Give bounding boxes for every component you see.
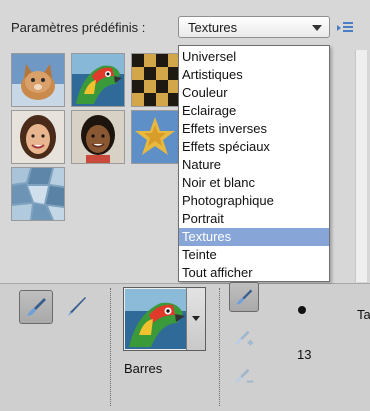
dropdown-item-couleur[interactable]: Couleur xyxy=(179,84,329,102)
tool-options-bar: Barres 13 Ta xyxy=(0,282,370,411)
brush-picker[interactable] xyxy=(123,287,206,351)
dropdown-item-textures[interactable]: Textures xyxy=(179,228,329,246)
brush-mode-subtract-button[interactable] xyxy=(229,362,259,392)
presets-panel: Paramètres prédéfinis : Textures Univers… xyxy=(0,0,370,284)
parrot-thumbnail[interactable] xyxy=(71,53,125,107)
brush-preview-image xyxy=(125,289,187,349)
dropdown-item-effets-speciaux[interactable]: Effets spéciaux xyxy=(179,138,329,156)
brush-name: Barres xyxy=(124,361,163,376)
brush-tool-button[interactable] xyxy=(19,290,53,324)
brush-icon xyxy=(236,289,253,305)
dropdown-item-portrait[interactable]: Portrait xyxy=(179,210,329,228)
mosaic-thumbnail[interactable] xyxy=(11,167,65,221)
panel-menu-lines xyxy=(343,22,353,34)
checker-thumbnail[interactable] xyxy=(131,53,179,107)
dropdown-item-teinte[interactable]: Teinte xyxy=(179,246,329,264)
dropdown-item-photographique[interactable]: Photographique xyxy=(179,192,329,210)
thumbnails-scrollbar[interactable] xyxy=(355,50,367,282)
dropdown-item-universel[interactable]: Universel xyxy=(179,48,329,66)
chevron-down-icon xyxy=(312,25,322,31)
brush-dropdown-button[interactable] xyxy=(186,288,205,350)
brush-subtract-icon xyxy=(234,368,254,383)
brush-mode-normal-button[interactable] xyxy=(229,282,259,312)
size-label: Ta xyxy=(357,307,370,322)
brush-mode-add-button[interactable] xyxy=(229,324,259,354)
cat-thumbnail[interactable] xyxy=(11,53,65,107)
brush-size-value: 13 xyxy=(297,347,312,362)
presets-select-value: Textures xyxy=(188,20,238,35)
panel-menu-arrow xyxy=(337,25,341,31)
dropdown-item-eclairage[interactable]: Eclairage xyxy=(179,102,329,120)
dropdown-item-effets-inverses[interactable]: Effets inverses xyxy=(179,120,329,138)
separator xyxy=(219,288,220,406)
pencil-icon xyxy=(68,297,86,316)
presets-select[interactable]: Textures xyxy=(178,16,330,38)
dropdown-item-tout-afficher[interactable]: Tout afficher xyxy=(179,264,329,282)
portrait-thumbnail-girl[interactable] xyxy=(71,110,125,164)
dropdown-item-artistiques[interactable]: Artistiques xyxy=(179,66,329,84)
dropdown-item-nature[interactable]: Nature xyxy=(179,156,329,174)
chevron-down-icon xyxy=(192,316,200,321)
dropdown-item-noir-et-blanc[interactable]: Noir et blanc xyxy=(179,174,329,192)
brush-add-icon xyxy=(234,330,254,346)
starfish-thumbnail[interactable] xyxy=(131,110,179,164)
presets-dropdown-list: Universel Artistiques Couleur Eclairage … xyxy=(178,45,330,282)
pencil-tool-button[interactable] xyxy=(60,290,94,324)
separator xyxy=(110,288,111,406)
portrait-thumbnail-woman[interactable] xyxy=(11,110,65,164)
panel-menu-icon[interactable] xyxy=(337,20,355,36)
brush-size-dot-icon xyxy=(298,306,306,314)
presets-label: Paramètres prédéfinis : xyxy=(11,20,146,35)
brush-icon xyxy=(27,298,46,316)
